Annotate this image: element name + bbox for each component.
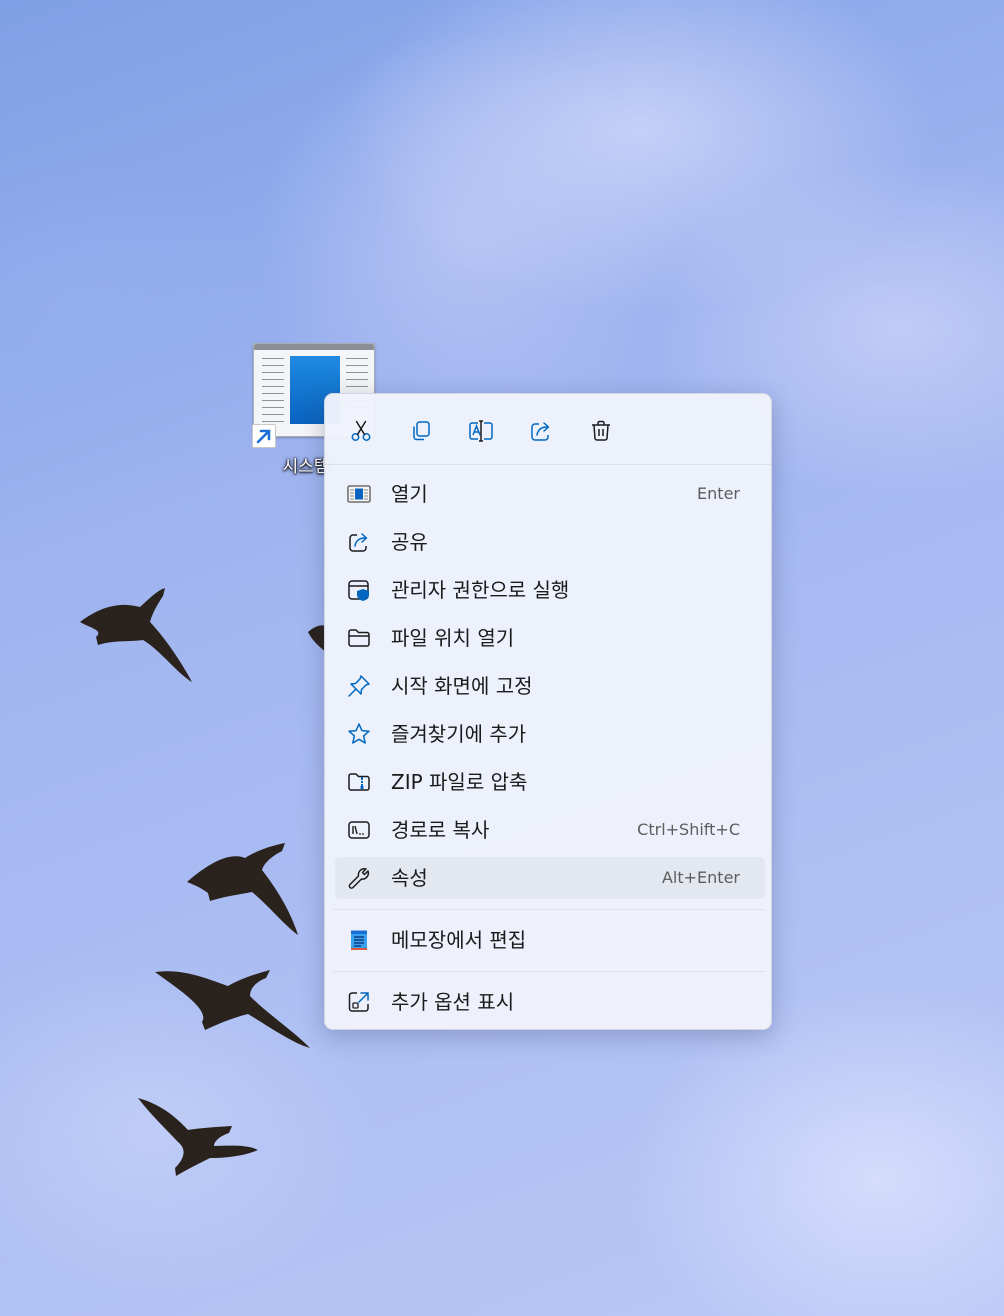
menu-item-compress-zip[interactable]: ZIP 파일로 압축 xyxy=(335,761,765,803)
rename-icon xyxy=(469,420,493,442)
menu-item-label: 속성 xyxy=(391,866,428,890)
copy-icon xyxy=(413,421,430,441)
menu-item-add-to-favorites[interactable]: 즐겨찾기에 추가 xyxy=(335,713,765,755)
share-icon xyxy=(349,533,368,552)
menu-item-edit-in-notepad[interactable]: 메모장에서 편집 xyxy=(335,919,765,961)
shortcut-arrow-icon xyxy=(252,424,276,448)
zip-folder-icon xyxy=(348,773,370,791)
wrench-icon xyxy=(348,868,370,889)
menu-item-properties[interactable]: 속성 Alt+Enter xyxy=(335,857,765,899)
menu-item-label: 관리자 권한으로 실행 xyxy=(391,578,570,602)
menu-item-label: ZIP 파일로 압축 xyxy=(391,770,528,794)
context-menu: 열기 Enter 공유 관리자 권한으로 실행 파일 위치 열기 시작 화면에 … xyxy=(324,393,772,1030)
menu-item-label: 추가 옵션 표시 xyxy=(391,990,515,1014)
menu-separator xyxy=(333,971,765,972)
menu-item-shortcut: Enter xyxy=(697,484,740,503)
menu-item-shortcut: Alt+Enter xyxy=(661,868,740,887)
menu-item-show-more-options[interactable]: 추가 옵션 표시 xyxy=(335,981,765,1023)
rename-button[interactable] xyxy=(461,411,501,451)
delete-icon xyxy=(592,420,610,441)
admin-shield-icon xyxy=(348,580,369,601)
menu-item-label: 열기 xyxy=(391,482,428,506)
menu-item-label: 공유 xyxy=(391,530,428,554)
menu-item-label: 시작 화면에 고정 xyxy=(391,674,533,698)
menu-item-label: 파일 위치 열기 xyxy=(391,626,515,650)
menu-item-label: 메모장에서 편집 xyxy=(391,928,527,952)
menu-item-open-file-location[interactable]: 파일 위치 열기 xyxy=(335,617,765,659)
more-options-icon xyxy=(348,992,369,1012)
copy-path-icon xyxy=(348,821,370,839)
share-button[interactable] xyxy=(521,411,561,451)
cut-button[interactable] xyxy=(341,411,381,451)
menu-item-copy-as-path[interactable]: 경로로 복사 Ctrl+Shift+C xyxy=(335,809,765,851)
menu-item-share[interactable]: 공유 xyxy=(335,521,765,563)
menu-separator xyxy=(325,464,771,465)
menu-item-label: 경로로 복사 xyxy=(391,818,490,842)
menu-item-shortcut: Ctrl+Shift+C xyxy=(637,820,740,839)
menu-item-open[interactable]: 열기 Enter xyxy=(335,473,765,515)
menu-item-run-as-admin[interactable]: 관리자 권한으로 실행 xyxy=(335,569,765,611)
menu-separator xyxy=(333,909,765,910)
notepad-icon xyxy=(351,930,367,950)
app-window-icon xyxy=(347,485,371,503)
pin-icon xyxy=(348,675,370,697)
cut-icon xyxy=(351,420,371,441)
copy-button[interactable] xyxy=(401,411,441,451)
menu-item-label: 즐겨찾기에 추가 xyxy=(391,722,527,746)
delete-button[interactable] xyxy=(581,411,621,451)
share-icon xyxy=(531,422,550,441)
star-icon xyxy=(348,723,370,744)
folder-icon xyxy=(348,629,370,647)
menu-item-pin-to-start[interactable]: 시작 화면에 고정 xyxy=(335,665,765,707)
menu-toolbar xyxy=(325,394,771,464)
